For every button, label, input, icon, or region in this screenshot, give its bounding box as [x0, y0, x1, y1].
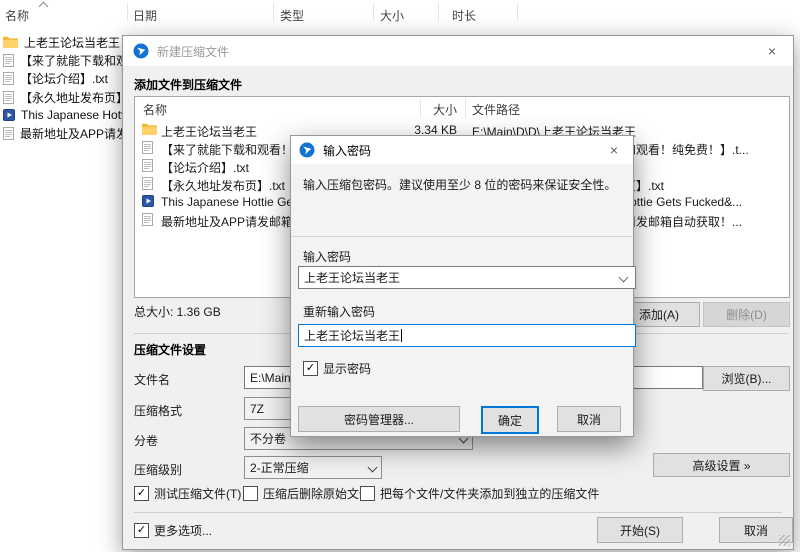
checkbox-icon: [360, 486, 375, 501]
password-dialog: 输入密码 × 输入压缩包密码。建议使用至少 8 位的密码来保证安全性。 输入密码…: [290, 135, 634, 437]
dialog-title: 新建压缩文件: [157, 43, 229, 60]
delete-button[interactable]: 删除(D): [703, 302, 790, 327]
level-select[interactable]: 2-正常压缩: [244, 456, 382, 479]
checkbox-icon: ✓: [134, 523, 149, 538]
column-header-name[interactable]: 名称: [5, 7, 29, 24]
close-icon[interactable]: ×: [595, 136, 633, 164]
text-file-icon: [3, 127, 14, 140]
bandizip-app-icon: [299, 142, 315, 158]
bandizip-app-icon: [133, 43, 149, 59]
file-name: 上老王论坛当老王: [161, 123, 257, 140]
advanced-settings-button[interactable]: 高级设置 »: [653, 453, 790, 477]
file-name: 【论坛介绍】.txt: [161, 159, 249, 176]
password-dialog-titlebar: 输入密码 ×: [291, 136, 633, 164]
folder-icon: [142, 123, 157, 135]
folder-icon: [3, 36, 18, 48]
list-column-path[interactable]: 文件路径: [472, 101, 520, 118]
explorer-column-header: 名称 日期 类型 大小 时长: [0, 0, 800, 24]
section-archive-settings-title: 压缩文件设置: [134, 341, 206, 358]
text-cursor: [401, 329, 402, 342]
ok-button[interactable]: 确定: [481, 406, 539, 434]
explorer-file-row[interactable]: 【论坛介绍】.txt: [3, 69, 108, 87]
explorer-file-row[interactable]: 上老王论坛当老王: [3, 33, 120, 51]
chevron-down-icon: [368, 463, 378, 473]
file-name: This Japanese Hottie: [21, 108, 134, 122]
confirm-password-input[interactable]: 上老王论坛当老王: [298, 324, 636, 347]
resize-grip[interactable]: [779, 535, 790, 546]
volume-label: 分卷: [134, 432, 158, 449]
format-label: 压缩格式: [134, 402, 182, 419]
password-hint-text: 输入压缩包密码。建议使用至少 8 位的密码来保证安全性。: [303, 176, 616, 193]
column-header-date[interactable]: 日期: [133, 7, 157, 24]
password-manager-button[interactable]: 密码管理器...: [298, 406, 460, 432]
cancel-button[interactable]: 取消: [557, 406, 621, 432]
text-file-icon: [3, 54, 14, 67]
video-file-icon: [3, 109, 15, 121]
test-archive-checkbox[interactable]: ✓ 测试压缩文件(T): [134, 485, 241, 502]
file-name: 【永久地址发布页】.txt: [161, 177, 285, 194]
checkbox-icon: [243, 486, 258, 501]
close-icon[interactable]: ×: [751, 36, 793, 66]
file-name: 【论坛介绍】.txt: [20, 70, 108, 87]
checkbox-icon: ✓: [134, 486, 149, 501]
list-column-size[interactable]: 大小: [385, 101, 457, 118]
file-name: 【来了就能下载和观...: [20, 52, 138, 69]
browse-button[interactable]: 浏览(B)...: [703, 366, 790, 391]
start-button[interactable]: 开始(S): [597, 517, 683, 543]
column-header-size[interactable]: 大小: [380, 7, 404, 24]
list-column-name[interactable]: 名称: [143, 101, 167, 118]
total-size-label: 总大小: 1.36 GB: [134, 303, 221, 320]
level-label: 压缩级别: [134, 461, 182, 478]
separate-archives-checkbox[interactable]: 把每个文件/文件夹添加到独立的压缩文件: [360, 485, 599, 502]
dialog-title: 输入密码: [323, 142, 371, 159]
sort-ascending-icon: [39, 2, 49, 12]
screen: { "explorer": { "columns": [ {"label": "…: [0, 0, 800, 552]
explorer-file-row[interactable]: This Japanese Hottie: [3, 106, 134, 124]
new-archive-titlebar: 新建压缩文件 ×: [123, 36, 793, 66]
checkbox-icon: ✓: [303, 361, 318, 376]
file-name: 上老王论坛当老王: [24, 34, 120, 51]
delete-after-checkbox[interactable]: 压缩后删除原始文件: [243, 485, 371, 502]
section-add-files-title: 添加文件到压缩文件: [134, 76, 242, 93]
video-file-icon: [142, 195, 154, 207]
show-password-checkbox[interactable]: ✓ 显示密码: [303, 360, 371, 377]
password-combobox[interactable]: 上老王论坛当老王: [298, 266, 636, 289]
explorer-file-row[interactable]: 最新地址及APP请发邮: [3, 124, 140, 142]
confirm-password-label: 重新输入密码: [303, 303, 375, 320]
more-options-checkbox[interactable]: ✓ 更多选项...: [134, 522, 212, 539]
explorer-file-row[interactable]: 【来了就能下载和观...: [3, 51, 138, 69]
text-file-icon: [3, 91, 14, 104]
text-file-icon: [142, 159, 153, 172]
text-file-icon: [142, 141, 153, 154]
filename-label: 文件名: [134, 371, 170, 388]
text-file-icon: [3, 72, 14, 85]
chevron-down-icon: [619, 273, 629, 283]
text-file-icon: [142, 213, 153, 226]
text-file-icon: [142, 177, 153, 190]
password-label: 输入密码: [303, 248, 351, 265]
column-header-duration[interactable]: 时长: [452, 7, 476, 24]
column-header-type[interactable]: 类型: [280, 7, 304, 24]
